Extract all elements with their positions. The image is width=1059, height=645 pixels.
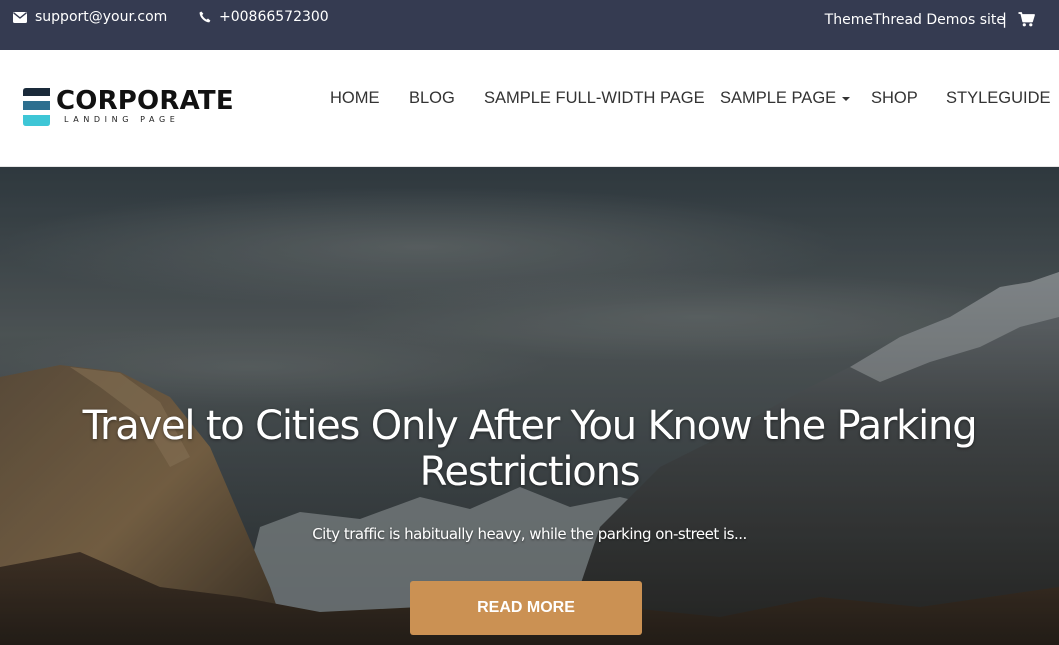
main-nav: HOME BLOG SAMPLE FULL-WIDTH PAGE SAMPLE … bbox=[0, 89, 1059, 109]
hero-subtitle: City traffic is habitually heavy, while … bbox=[312, 525, 747, 543]
nav-item-sample-page-label: SAMPLE PAGE bbox=[720, 89, 837, 107]
topbar-separator: | bbox=[1002, 10, 1008, 28]
envelope-icon bbox=[13, 11, 27, 23]
hero-title[interactable]: Travel to Cities Only After You Know the… bbox=[30, 403, 1029, 495]
nav-item-blog[interactable]: BLOG bbox=[409, 89, 455, 108]
contact-phone[interactable]: +00866572300 bbox=[199, 9, 329, 25]
nav-item-styleguide[interactable]: STYLEGUIDE bbox=[946, 89, 1051, 108]
email-text[interactable]: support@your.com bbox=[35, 9, 167, 25]
caret-down-icon bbox=[842, 96, 851, 101]
nav-item-sample-page[interactable]: SAMPLE PAGE bbox=[720, 89, 851, 108]
nav-item-home[interactable]: HOME bbox=[330, 89, 380, 108]
shopping-cart-icon[interactable] bbox=[1018, 12, 1035, 31]
site-header: CORPORATE LANDING PAGE HOME BLOG SAMPLE … bbox=[0, 50, 1059, 167]
read-more-button[interactable]: READ MORE bbox=[410, 581, 642, 635]
nav-item-shop[interactable]: SHOP bbox=[871, 89, 918, 108]
phone-icon bbox=[199, 11, 211, 23]
top-bar: support@your.com +00866572300 ThemeThrea… bbox=[0, 0, 1059, 50]
hero-slider: Travel to Cities Only After You Know the… bbox=[0, 167, 1059, 645]
phone-text[interactable]: +00866572300 bbox=[219, 9, 329, 25]
contact-email[interactable]: support@your.com bbox=[13, 9, 167, 25]
demos-site-link[interactable]: ThemeThread Demos site bbox=[825, 12, 1005, 28]
logo-tagline: LANDING PAGE bbox=[64, 115, 180, 124]
nav-item-sample-full-width-page[interactable]: SAMPLE FULL-WIDTH PAGE bbox=[484, 89, 705, 108]
